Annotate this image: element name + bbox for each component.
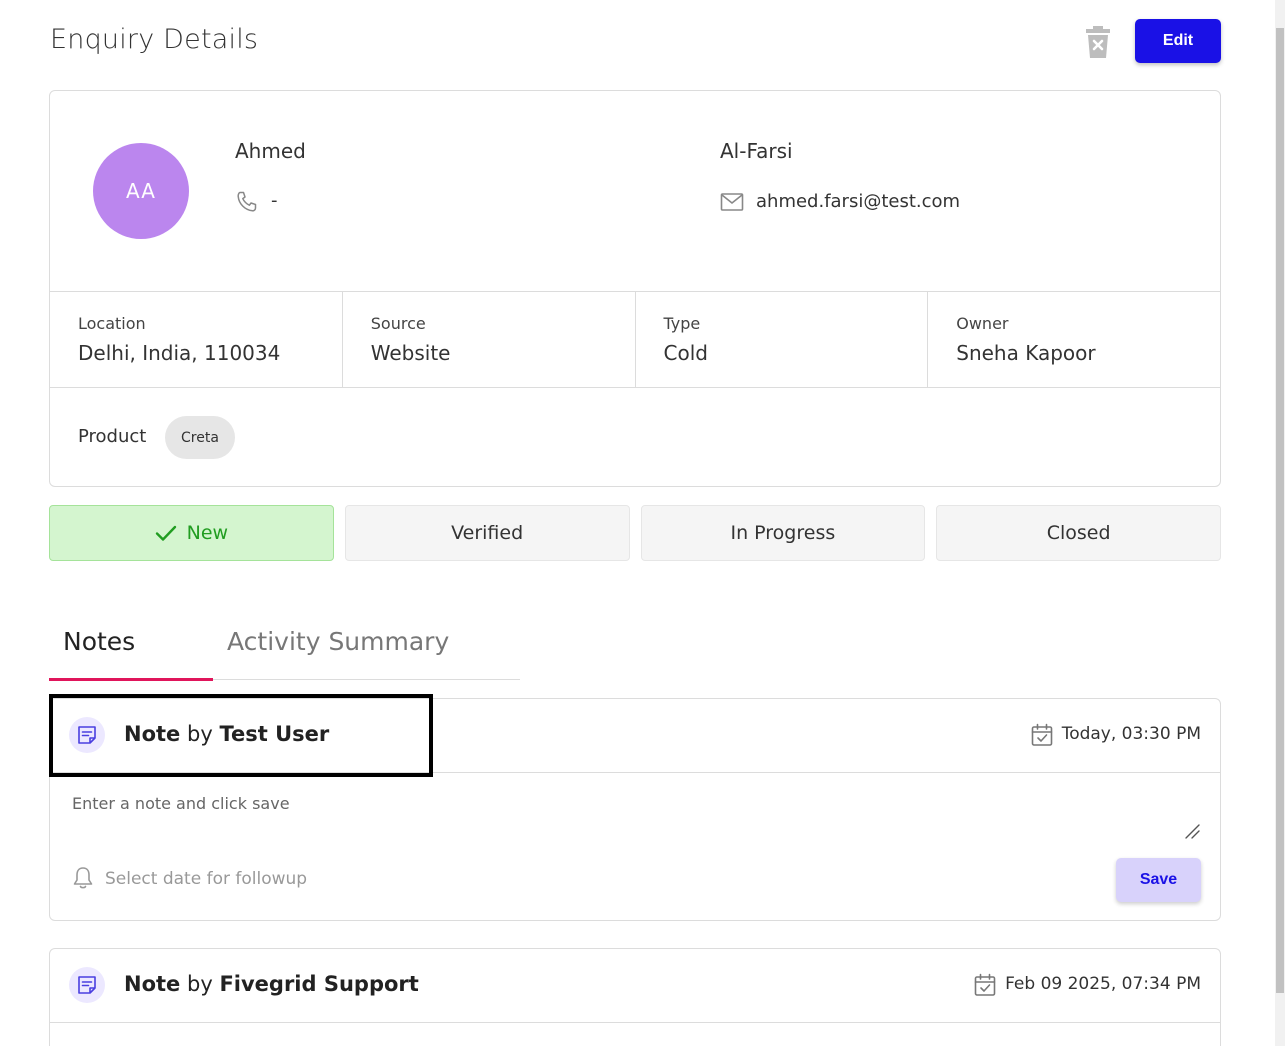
- detail-location: Location Delhi, India, 110034: [50, 292, 343, 387]
- note-icon: [69, 967, 105, 1003]
- resize-handle-icon[interactable]: [1184, 823, 1200, 839]
- phone-value: -: [271, 190, 278, 211]
- detail-type: Type Cold: [636, 292, 929, 387]
- detail-label: Location: [78, 314, 146, 333]
- note-title: Note by Test User: [124, 722, 329, 746]
- product-label: Product: [78, 426, 147, 447]
- status-new[interactable]: New: [49, 505, 334, 561]
- note-author: Test User: [219, 722, 330, 746]
- detail-value: Sneha Kapoor: [956, 341, 1096, 365]
- note-editor-card: Note by Test User Today, 03:30 PM Enter …: [49, 698, 1221, 921]
- note-date: Today, 03:30 PM: [1061, 724, 1201, 744]
- detail-label: Type: [663, 314, 701, 333]
- detail-value: Website: [370, 341, 451, 365]
- scrollbar-thumb[interactable]: [1276, 28, 1284, 993]
- first-name: Ahmed: [235, 139, 306, 163]
- active-tab-indicator: [49, 678, 213, 681]
- enquiry-page: Enquiry Details Edit AA Ahmed Al-Farsi -…: [0, 0, 1275, 1046]
- calendar-check-icon: [1031, 723, 1053, 746]
- contact-card: AA Ahmed Al-Farsi - ahmed.farsi@test.com…: [49, 90, 1221, 487]
- detail-source: Source Website: [343, 292, 636, 387]
- edit-button[interactable]: Edit: [1135, 19, 1221, 63]
- save-note-button[interactable]: Save: [1116, 858, 1201, 902]
- note-date: Feb 09 2025, 07:34 PM: [1005, 974, 1201, 994]
- detail-value: Delhi, India, 110034: [78, 341, 281, 365]
- product-chip: Creta: [165, 416, 235, 459]
- tab-bar: Notes Activity Summary: [49, 615, 520, 681]
- bell-icon: [73, 867, 93, 889]
- followup-date-input[interactable]: Select date for followup: [105, 869, 307, 889]
- note-header: Note by Test User Today, 03:30 PM: [50, 699, 1220, 773]
- status-closed[interactable]: Closed: [936, 505, 1221, 561]
- detail-owner: Owner Sneha Kapoor: [928, 292, 1220, 387]
- note-textarea[interactable]: Enter a note and click save: [72, 794, 290, 813]
- note-author: Fivegrid Support: [219, 972, 419, 996]
- phone-icon: [237, 191, 257, 212]
- note-icon: [69, 717, 105, 753]
- status-verified[interactable]: Verified: [344, 505, 630, 561]
- trash-icon[interactable]: [1086, 26, 1110, 58]
- note-prefix: Note: [124, 972, 181, 996]
- page-title: Enquiry Details: [50, 24, 259, 55]
- status-in-progress[interactable]: In Progress: [640, 505, 926, 561]
- details-row: Location Delhi, India, 110034 Source Web…: [50, 291, 1220, 388]
- check-icon: [155, 525, 176, 541]
- note-card: Note by Fivegrid Support Feb 09 2025, 07…: [49, 948, 1221, 1046]
- avatar: AA: [93, 143, 189, 239]
- scrollbar[interactable]: [1275, 0, 1285, 1046]
- status-label: Closed: [1046, 522, 1111, 544]
- status-pipeline: New Verified In Progress Closed: [49, 505, 1221, 561]
- status-label: Verified: [451, 522, 524, 544]
- detail-label: Owner: [956, 314, 1009, 333]
- email-value[interactable]: ahmed.farsi@test.com: [756, 191, 960, 212]
- calendar-check-icon: [974, 973, 996, 996]
- status-label: In Progress: [730, 522, 836, 544]
- note-prefix: Note: [124, 722, 181, 746]
- tab-notes[interactable]: Notes: [63, 627, 135, 656]
- detail-value: Cold: [663, 341, 708, 365]
- note-title: Note by Fivegrid Support: [124, 972, 419, 996]
- detail-label: Source: [370, 314, 426, 333]
- tab-activity-summary[interactable]: Activity Summary: [227, 627, 449, 656]
- last-name: Al-Farsi: [720, 139, 793, 163]
- status-label: New: [186, 522, 229, 544]
- mail-icon: [720, 193, 744, 211]
- note-by: by: [186, 722, 213, 746]
- note-by: by: [186, 972, 213, 996]
- note-header: Note by Fivegrid Support Feb 09 2025, 07…: [50, 949, 1220, 1023]
